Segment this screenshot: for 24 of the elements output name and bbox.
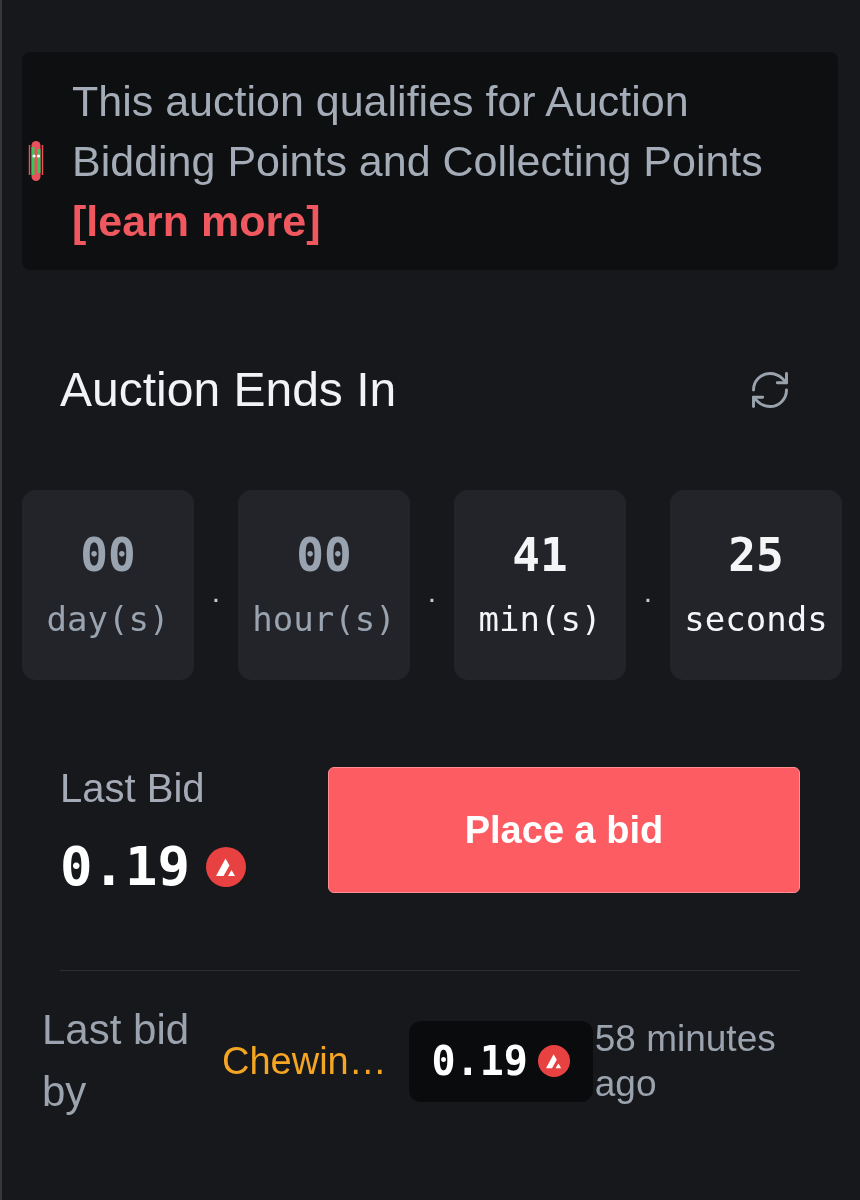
- token-icon: [537, 1045, 570, 1077]
- countdown-separator: .: [427, 577, 437, 607]
- bid-time: 58 minutes ago: [594, 1017, 777, 1106]
- last-bid-label: Last Bid: [60, 765, 206, 812]
- countdown-unit-label: seconds: [684, 598, 828, 641]
- countdown-unit-label: hour(s): [252, 598, 396, 641]
- place-bid-button[interactable]: Place a bid: [328, 767, 800, 893]
- learn-more-link[interactable]: [learn more]: [72, 191, 321, 251]
- countdown-separator: .: [643, 577, 653, 607]
- countdown-value: 25: [728, 529, 784, 581]
- countdown-unit-label: day(s): [46, 598, 170, 641]
- countdown-value: 41: [512, 529, 568, 581]
- countdown-unit-label: min(s): [478, 598, 602, 641]
- countdown-value: 00: [80, 529, 136, 581]
- token-icon: [206, 847, 247, 887]
- capsule-character-icon: [28, 139, 44, 183]
- bid-amount: 0.19: [431, 1037, 528, 1085]
- bidder-name[interactable]: Chewin…: [222, 1038, 387, 1084]
- last-bidder-label: Last bid by: [42, 1005, 191, 1117]
- countdown-separator: .: [211, 577, 221, 607]
- section-title: Auction Ends In: [60, 362, 397, 418]
- countdown-value: 00: [296, 529, 352, 581]
- notice-text: This auction qualifies for Auction Bidding Points and Collecting Points [learn more]: [72, 71, 802, 251]
- last-bid-amount: 0.19: [60, 837, 191, 897]
